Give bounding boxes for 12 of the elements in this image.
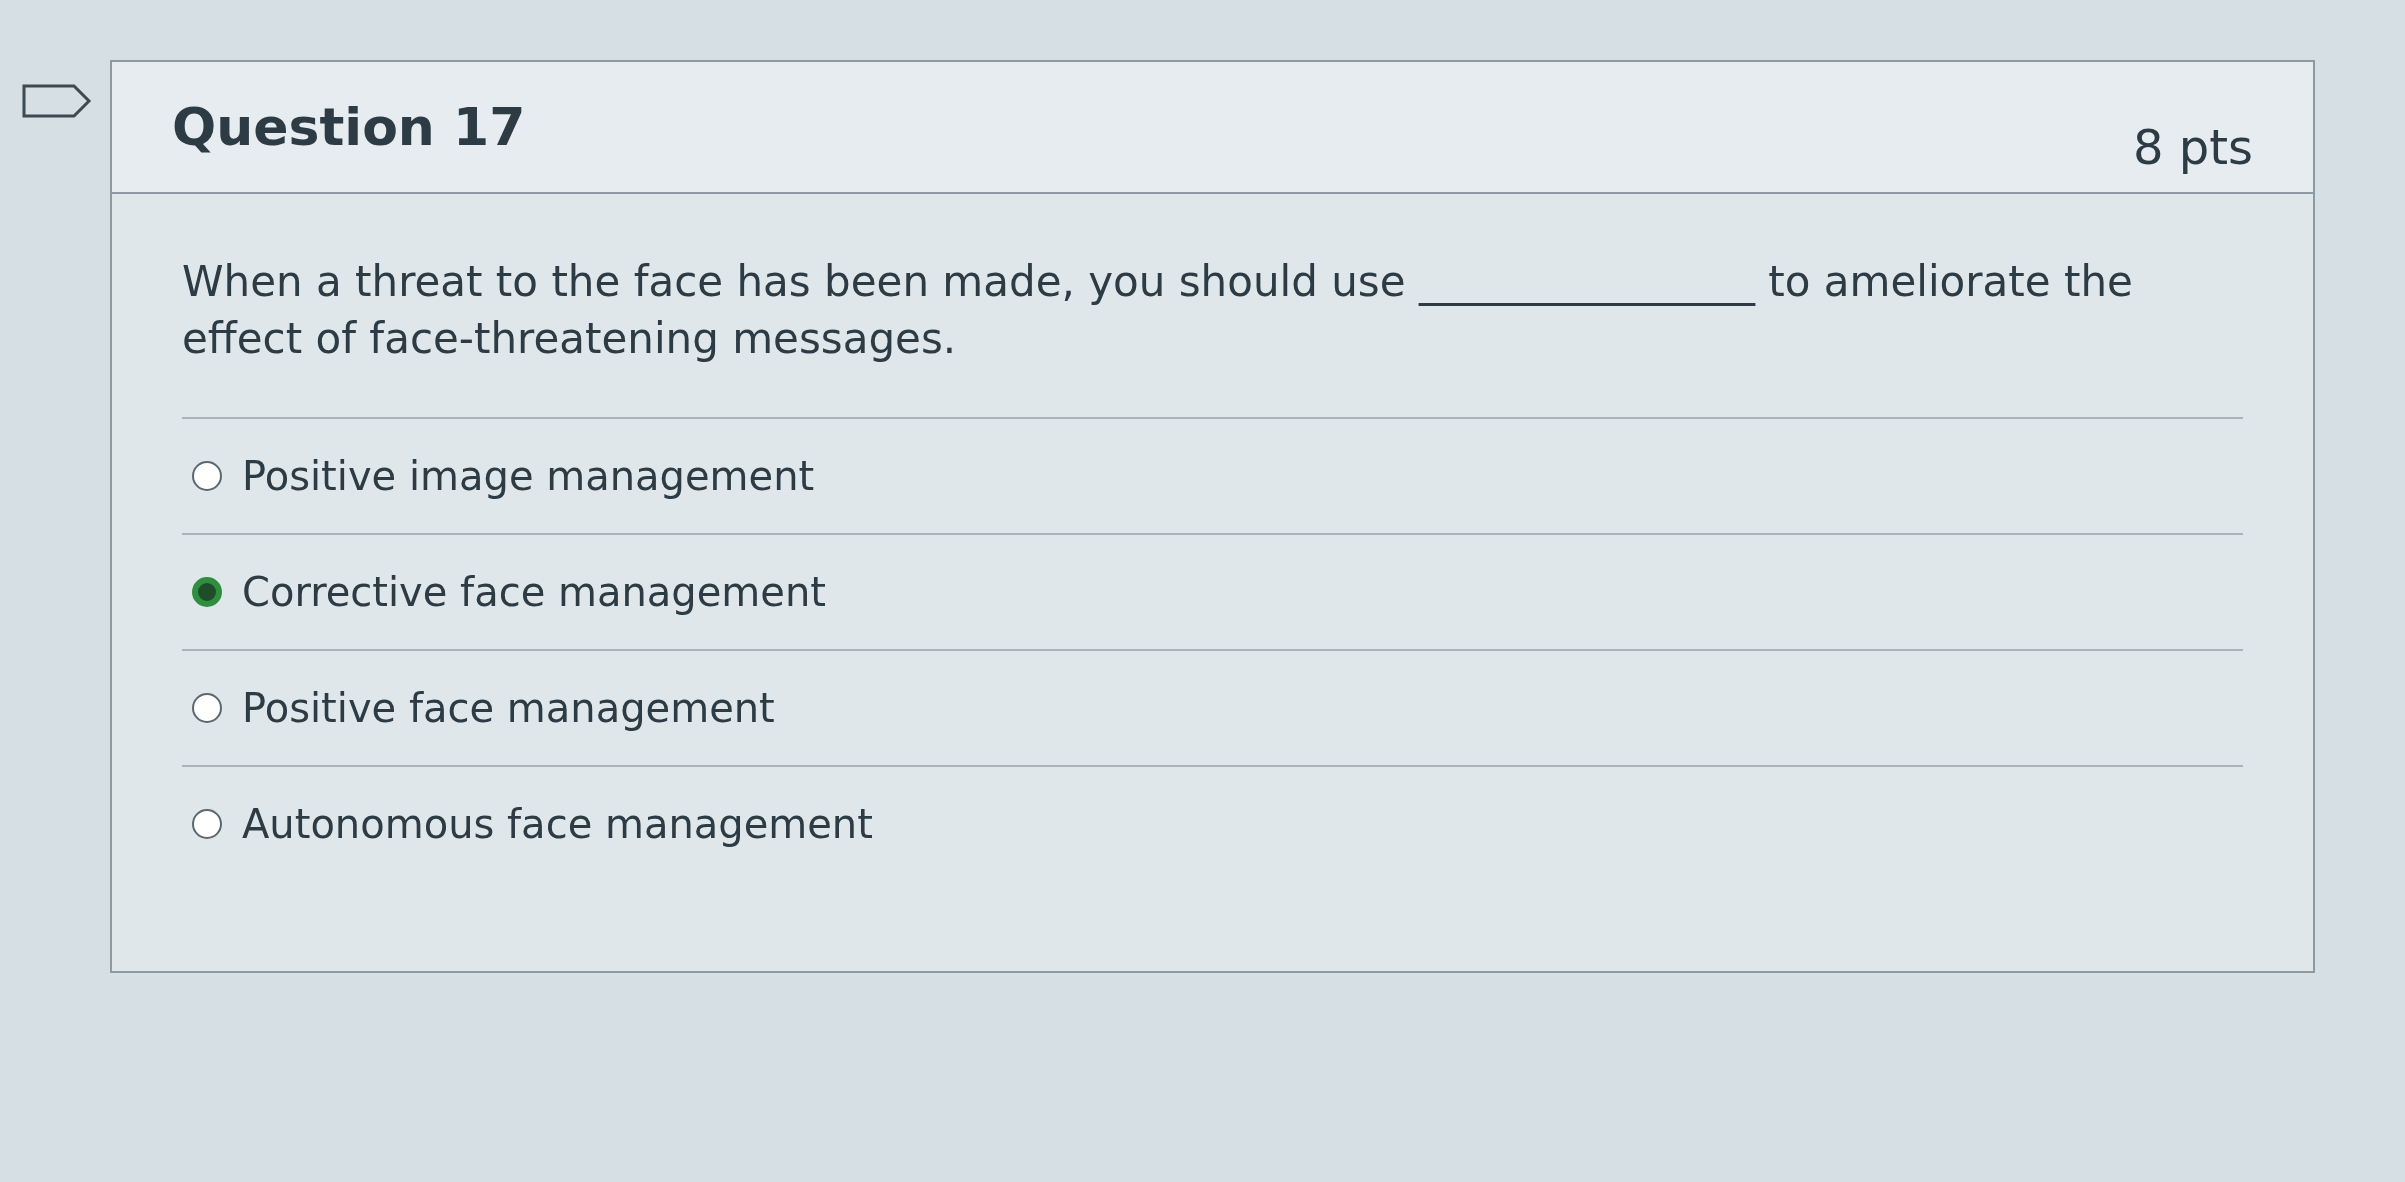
question-title: Question 17 [172,97,526,157]
answer-option[interactable]: Autonomous face management [182,765,2243,882]
bookmark-icon[interactable] [22,84,92,118]
answer-option[interactable]: Positive image management [182,417,2243,534]
points-label: 8 pts [2132,119,2253,175]
answer-option[interactable]: Positive face management [182,649,2243,766]
radio-button[interactable] [192,577,222,608]
question-text: When a threat to the face has been made, you should use ________________ to ameliorate the effect of face-threatening messages. [182,256,2134,365]
radio-button[interactable] [192,809,222,840]
radio-button[interactable] [192,693,222,724]
answer-option[interactable]: Corrective face management [182,533,2243,650]
radio-button[interactable] [192,461,222,492]
